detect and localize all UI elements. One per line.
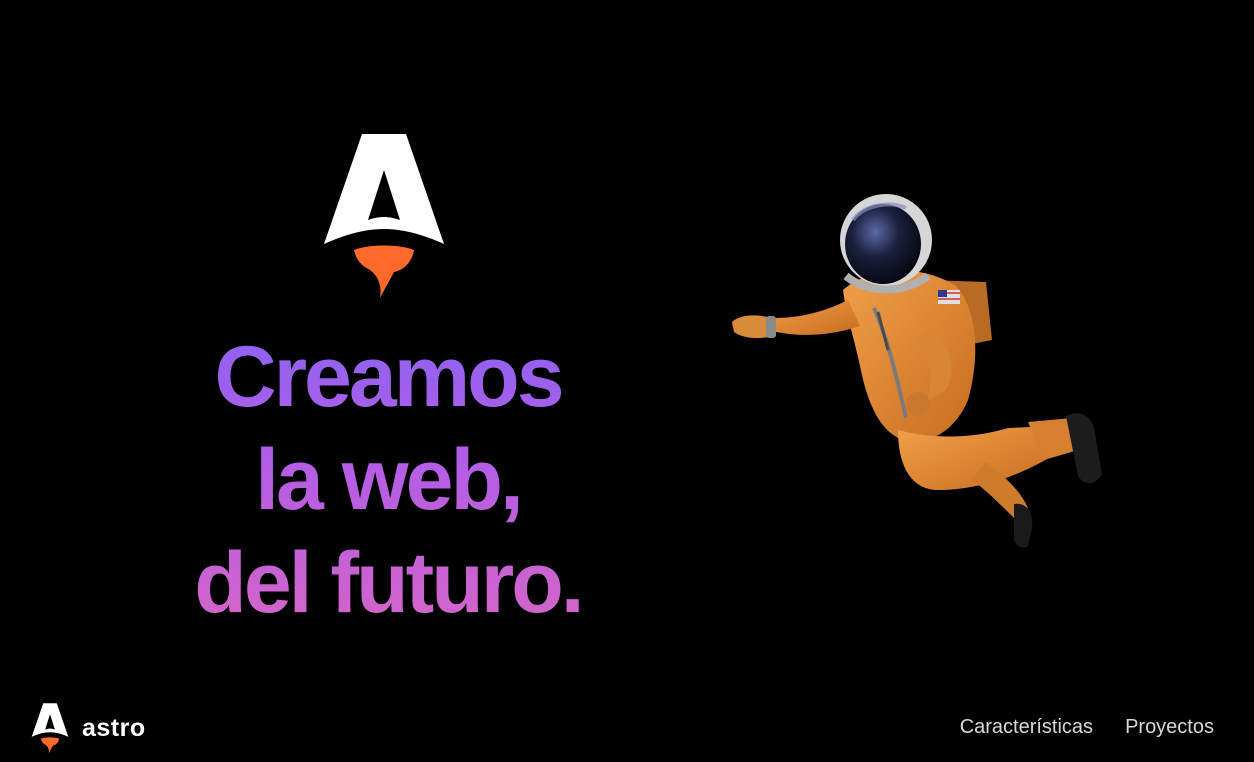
astronaut-illustration	[732, 194, 1102, 548]
headline-line-1: Creamos	[214, 329, 562, 425]
footer-nav: Características Proyectos	[960, 716, 1214, 739]
astro-logo-icon	[31, 703, 69, 754]
landing-page: Creamos la web, del futuro. astro Caract…	[0, 0, 1254, 762]
hero-headline: Creamos la web, del futuro.	[148, 326, 628, 635]
brand-name: astro	[82, 713, 146, 742]
footer-brand[interactable]: astro	[30, 702, 146, 754]
nav-link-caracteristicas[interactable]: Características	[960, 716, 1093, 739]
headline-line-3: del futuro.	[194, 535, 582, 631]
headline-line-2: la web,	[255, 432, 521, 528]
astro-logo-icon	[324, 134, 444, 298]
nav-link-proyectos[interactable]: Proyectos	[1125, 716, 1214, 739]
